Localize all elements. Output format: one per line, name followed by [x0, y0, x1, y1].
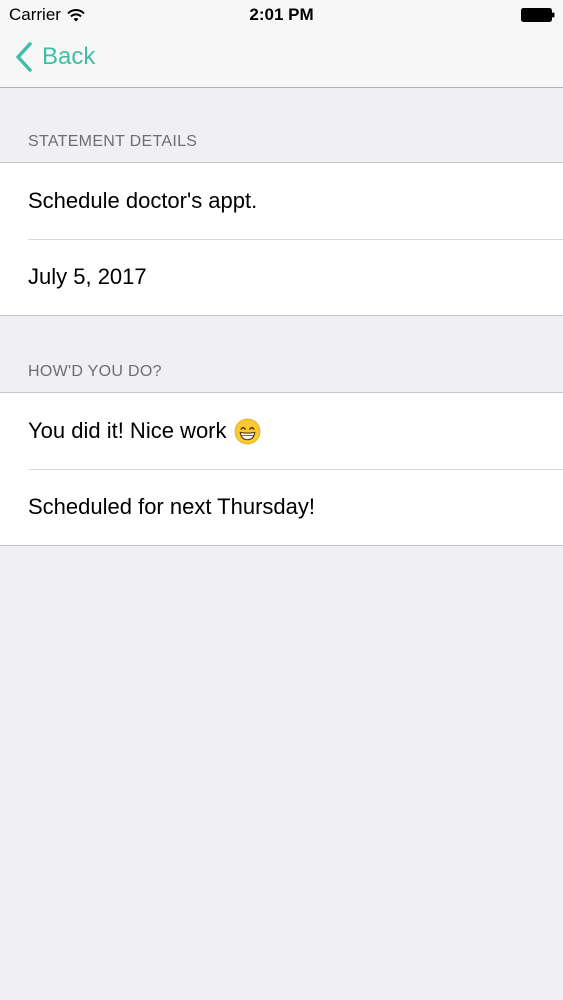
chevron-left-icon	[16, 42, 32, 72]
grinning-face-icon	[234, 418, 260, 444]
section-header-howd-you-do: HOW'D YOU DO?	[28, 363, 162, 380]
battery-icon	[521, 8, 555, 22]
note-cell[interactable]: Scheduled for next Thursday!	[0, 469, 563, 545]
result-cell[interactable]: You did it! Nice work	[0, 393, 563, 469]
howd-you-do-group: You did it! Nice work Scheduled for next…	[0, 392, 563, 546]
back-label: Back	[42, 43, 96, 70]
section-header-statement-details: STATEMENT DETAILS	[28, 133, 198, 150]
statement-date-cell[interactable]: July 5, 2017	[0, 239, 563, 315]
note-text: Scheduled for next Thursday!	[28, 494, 315, 519]
result-text: You did it! Nice work	[28, 418, 227, 443]
back-button[interactable]: Back	[14, 41, 95, 73]
statement-details-group: Schedule doctor's appt. July 5, 2017	[0, 162, 563, 316]
status-bar: Carrier 2:01 PM	[0, 0, 563, 30]
statement-date-text: July 5, 2017	[28, 264, 147, 289]
statement-title-text: Schedule doctor's appt.	[28, 188, 258, 213]
status-time: 2:01 PM	[249, 5, 314, 24]
nav-bar: Back	[0, 30, 563, 88]
statement-title-cell[interactable]: Schedule doctor's appt.	[0, 163, 563, 239]
